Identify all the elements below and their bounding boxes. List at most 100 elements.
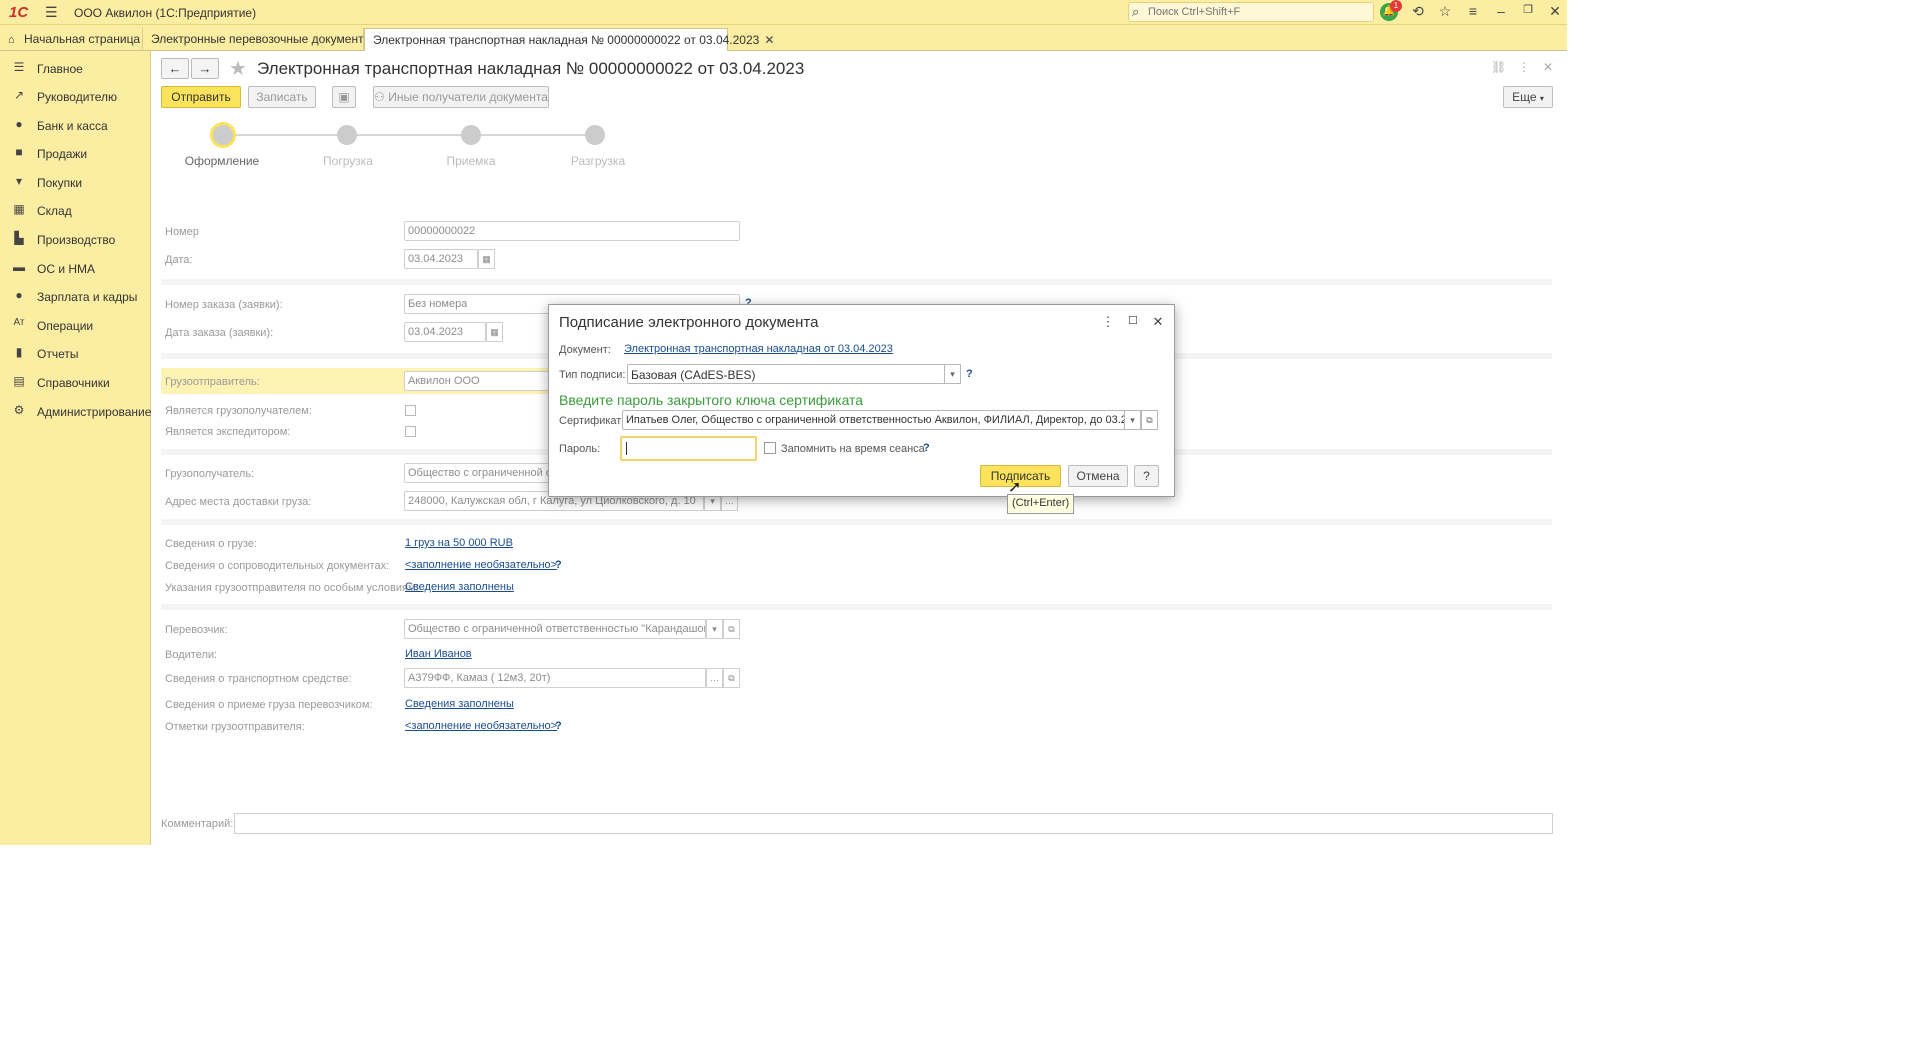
maximize-icon[interactable]: ☐ (1125, 314, 1141, 327)
more-label: Еще (1512, 90, 1537, 104)
help-icon[interactable]: ? (555, 559, 562, 571)
help-button[interactable]: ? (1134, 465, 1159, 487)
favorites-icon[interactable]: ☆ (1435, 3, 1455, 20)
menu-icon: ☰ (13, 60, 25, 74)
calendar-icon[interactable]: ▦ (486, 322, 503, 342)
more-actions-icon[interactable]: ⋮ (1518, 60, 1530, 74)
carrier-field[interactable]: Общество с ограниченной ответственностью… (404, 619, 706, 639)
accompanying-docs-link[interactable]: <заполнение необязательно> (405, 559, 557, 571)
special-conditions-link[interactable]: Сведения заполнены (405, 581, 514, 593)
is-forwarder-checkbox[interactable] (405, 426, 416, 437)
drivers-link[interactable]: Иван Иванов (405, 648, 472, 660)
acceptance-link[interactable]: Сведения заполнены (405, 698, 514, 710)
section-divider (161, 604, 1552, 610)
is-consignee-checkbox[interactable] (405, 405, 416, 416)
number-field[interactable]: 00000000022 (404, 221, 740, 241)
sidebar-item-main[interactable]: ☰ Главное (0, 53, 150, 81)
sidebar-item-label: Справочники (37, 376, 110, 390)
forward-button[interactable]: → (191, 58, 219, 79)
remember-checkbox[interactable] (764, 442, 776, 454)
calendar-icon[interactable]: ▦ (478, 249, 495, 269)
sidebar-item-reports[interactable]: ▮ Отчеты (0, 338, 150, 366)
sidebar-item-warehouse[interactable]: ▦ Склад (0, 195, 150, 223)
close-tab-icon[interactable]: ✕ (764, 33, 774, 47)
global-search[interactable]: ⌕ (1128, 2, 1374, 22)
sidebar-item-label: Склад (37, 204, 72, 218)
sidebar-item-admin[interactable]: ⚙ Администрирование (0, 396, 152, 424)
special-conditions-label: Указания грузоотправителя по особым усло… (165, 582, 419, 594)
sidebar-item-catalogs[interactable]: ▤ Справочники (0, 367, 150, 395)
open-icon[interactable]: ⧉ (1141, 410, 1158, 430)
other-recipients-button[interactable]: ⚇ Иные получатели документа (373, 86, 549, 108)
chevron-down-icon[interactable]: ▾ (706, 619, 723, 639)
main-menu-icon[interactable]: ☰ (45, 4, 58, 21)
sidebar-item-label: Банк и касса (37, 119, 108, 133)
sidebar-item-purchases[interactable]: ▾ Покупки (0, 167, 150, 195)
step-dot-design (210, 122, 236, 148)
app-window: 1С ☰ ООО Аквилон (1С:Предприятие) ⌕ 🔔 1 … (0, 0, 1567, 845)
link-icon[interactable]: ⛓ (1491, 60, 1506, 74)
users-icon: ⚇ (374, 90, 385, 104)
sidebar-item-sales[interactable]: ■ Продажи (0, 138, 150, 166)
close-window-icon[interactable]: ✕ (1545, 3, 1565, 20)
minimize-icon[interactable]: – (1491, 3, 1511, 19)
back-button[interactable]: ← (161, 58, 189, 79)
print-button[interactable]: ▣ (332, 86, 356, 108)
password-input[interactable] (620, 436, 757, 461)
factory-icon: ▙ (14, 231, 24, 245)
order-date-field[interactable]: 03.04.2023 (404, 322, 486, 342)
more-actions-icon[interactable]: ⋮ (1100, 314, 1116, 330)
sidebar-item-fixed-assets[interactable]: ▬ ОС и НМА (0, 253, 150, 281)
shipper-marks-label: Отметки грузоотправителя: (165, 721, 305, 733)
step-dot-loading (337, 125, 357, 145)
shipper-label: Грузоотправитель: (165, 376, 260, 388)
sidebar-item-salary[interactable]: ● Зарплата и кадры (0, 281, 150, 309)
order-number-label: Номер заказа (заявки): (165, 299, 283, 311)
help-icon[interactable]: ? (555, 720, 562, 732)
chevron-down-icon[interactable]: ▾ (944, 364, 961, 384)
settings-menu-icon[interactable]: ≡ (1463, 3, 1483, 19)
dialog-title: Подписание электронного документа (559, 314, 819, 331)
more-button[interactable]: Еще ▾ (1503, 86, 1553, 108)
save-button[interactable]: Записать (248, 86, 316, 108)
page-title: Электронная транспортная накладная № 000… (257, 59, 805, 78)
favorite-star-icon[interactable]: ★ (229, 56, 247, 81)
truck-icon: ▬ (13, 260, 25, 274)
date-field[interactable]: 03.04.2023 (404, 249, 478, 269)
tab-current-document[interactable]: Электронная транспортная накладная № 000… (364, 28, 774, 51)
cargo-info-label: Сведения о грузе: (165, 538, 258, 550)
search-input[interactable] (1148, 4, 1368, 20)
sidebar-item-production[interactable]: ▙ Производство (0, 224, 150, 252)
step-dot-acceptance (461, 125, 481, 145)
grid-icon: ▦ (13, 202, 25, 216)
document-label: Документ: (559, 344, 611, 356)
chevron-down-icon[interactable]: ▾ (1124, 410, 1141, 430)
document-link[interactable]: Электронная транспортная накладная от 03… (624, 343, 893, 355)
open-icon[interactable]: ⧉ (723, 668, 740, 688)
comment-field[interactable] (234, 813, 1553, 834)
send-button[interactable]: Отправить (161, 86, 241, 108)
sidebar-item-label: Продажи (37, 147, 88, 161)
signature-type-select[interactable]: Базовая (CAdES-BES) (627, 364, 945, 384)
sidebar-item-manager[interactable]: ↗ Руководителю (0, 81, 150, 109)
select-button[interactable]: … (706, 668, 723, 688)
vehicle-field[interactable]: А379ФФ, Камаз ( 12м3, 20т) (404, 668, 706, 688)
history-icon[interactable]: ⟲ (1408, 3, 1428, 20)
is-consignee-label: Является грузополучателем: (165, 405, 312, 417)
sidebar-item-bank[interactable]: ● Банк и касса (0, 110, 150, 138)
app-logo: 1С (9, 4, 29, 21)
tab-home[interactable]: ⌂ Начальная страница (0, 28, 143, 51)
help-icon[interactable]: ? (966, 368, 973, 380)
restore-icon[interactable]: ❐ (1518, 3, 1538, 16)
sidebar-item-label: ОС и НМА (37, 262, 96, 276)
tab-transport-documents[interactable]: Электронные перевозочные документы✕ (143, 28, 387, 51)
cancel-button[interactable]: Отмена (1068, 465, 1128, 487)
close-icon[interactable]: ✕ (1150, 314, 1166, 330)
open-icon[interactable]: ⧉ (723, 619, 740, 639)
close-form-icon[interactable]: ✕ (1543, 60, 1553, 74)
certificate-field[interactable]: Ипатьев Олег, Общество с ограниченной от… (622, 410, 1125, 430)
help-icon[interactable]: ? (923, 442, 930, 454)
sidebar-item-operations[interactable]: Ат Операции (0, 310, 150, 338)
cargo-info-link[interactable]: 1 груз на 50 000 RUB (405, 537, 513, 549)
shipper-marks-link[interactable]: <заполнение необязательно> (405, 720, 557, 732)
